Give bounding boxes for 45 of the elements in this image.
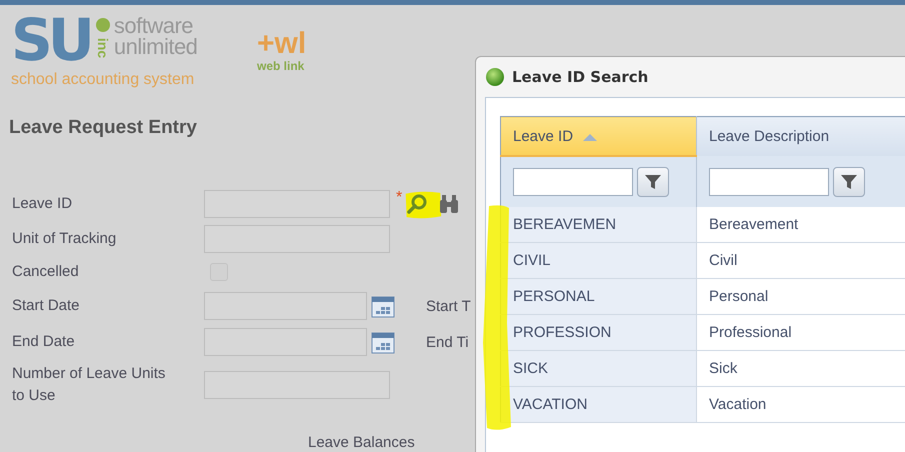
status-orb-icon [486, 68, 504, 86]
table-cell[interactable]: Personal [696, 278, 905, 314]
filter-field[interactable] [513, 168, 633, 196]
calendar-icon[interactable] [371, 330, 395, 354]
field-label: Start Date [12, 296, 81, 316]
table-cell[interactable]: Sick [696, 350, 905, 386]
filter-button[interactable] [637, 167, 669, 197]
table-cell[interactable]: Civil [696, 242, 905, 278]
search-icon[interactable] [406, 193, 428, 215]
field-label: Unit of Tracking [12, 229, 118, 249]
required-mark: * [396, 189, 402, 207]
field-label: Cancelled [12, 262, 80, 282]
logo-suffix: inc [94, 38, 111, 58]
logo-mark: SU [11, 12, 90, 68]
column-header[interactable]: Leave Description [696, 116, 905, 156]
binoculars-icon[interactable] [438, 193, 460, 215]
logo-dot-icon [96, 18, 110, 32]
field-label: Start T [426, 298, 471, 314]
table-cell[interactable]: Vacation [696, 386, 905, 422]
input-field[interactable] [204, 190, 390, 218]
dialog-title: Leave ID Search [512, 68, 648, 86]
filter-icon [644, 173, 662, 191]
logo-name: software [114, 15, 194, 36]
sort-ascending-icon [583, 132, 598, 140]
logo-tagline: school accounting system [11, 71, 196, 89]
page-title: Leave Request Entry [9, 117, 197, 139]
column-header[interactable]: Leave ID [500, 116, 696, 156]
field-label: Leave ID [12, 194, 74, 214]
section-title: Leave Balances [308, 434, 415, 451]
date-field[interactable] [204, 328, 367, 356]
weblink-label: web link [257, 59, 306, 73]
input-field[interactable] [204, 225, 390, 253]
weblink-mark: +wl [257, 29, 306, 59]
field-label: End Date [12, 332, 76, 352]
table-cell[interactable]: Bereavement [696, 207, 905, 242]
filter-button[interactable] [833, 166, 865, 196]
input-field[interactable] [204, 371, 390, 399]
calendar-icon[interactable] [371, 294, 395, 318]
field-label: Number of Leave Units to Use [12, 364, 166, 406]
logo-name: unlimited [114, 36, 198, 57]
filter-field[interactable] [709, 168, 829, 196]
field-label: End Ti [426, 334, 469, 350]
filter-icon [840, 172, 858, 190]
table-cell[interactable]: Professional [696, 314, 905, 350]
date-field[interactable] [204, 292, 367, 320]
